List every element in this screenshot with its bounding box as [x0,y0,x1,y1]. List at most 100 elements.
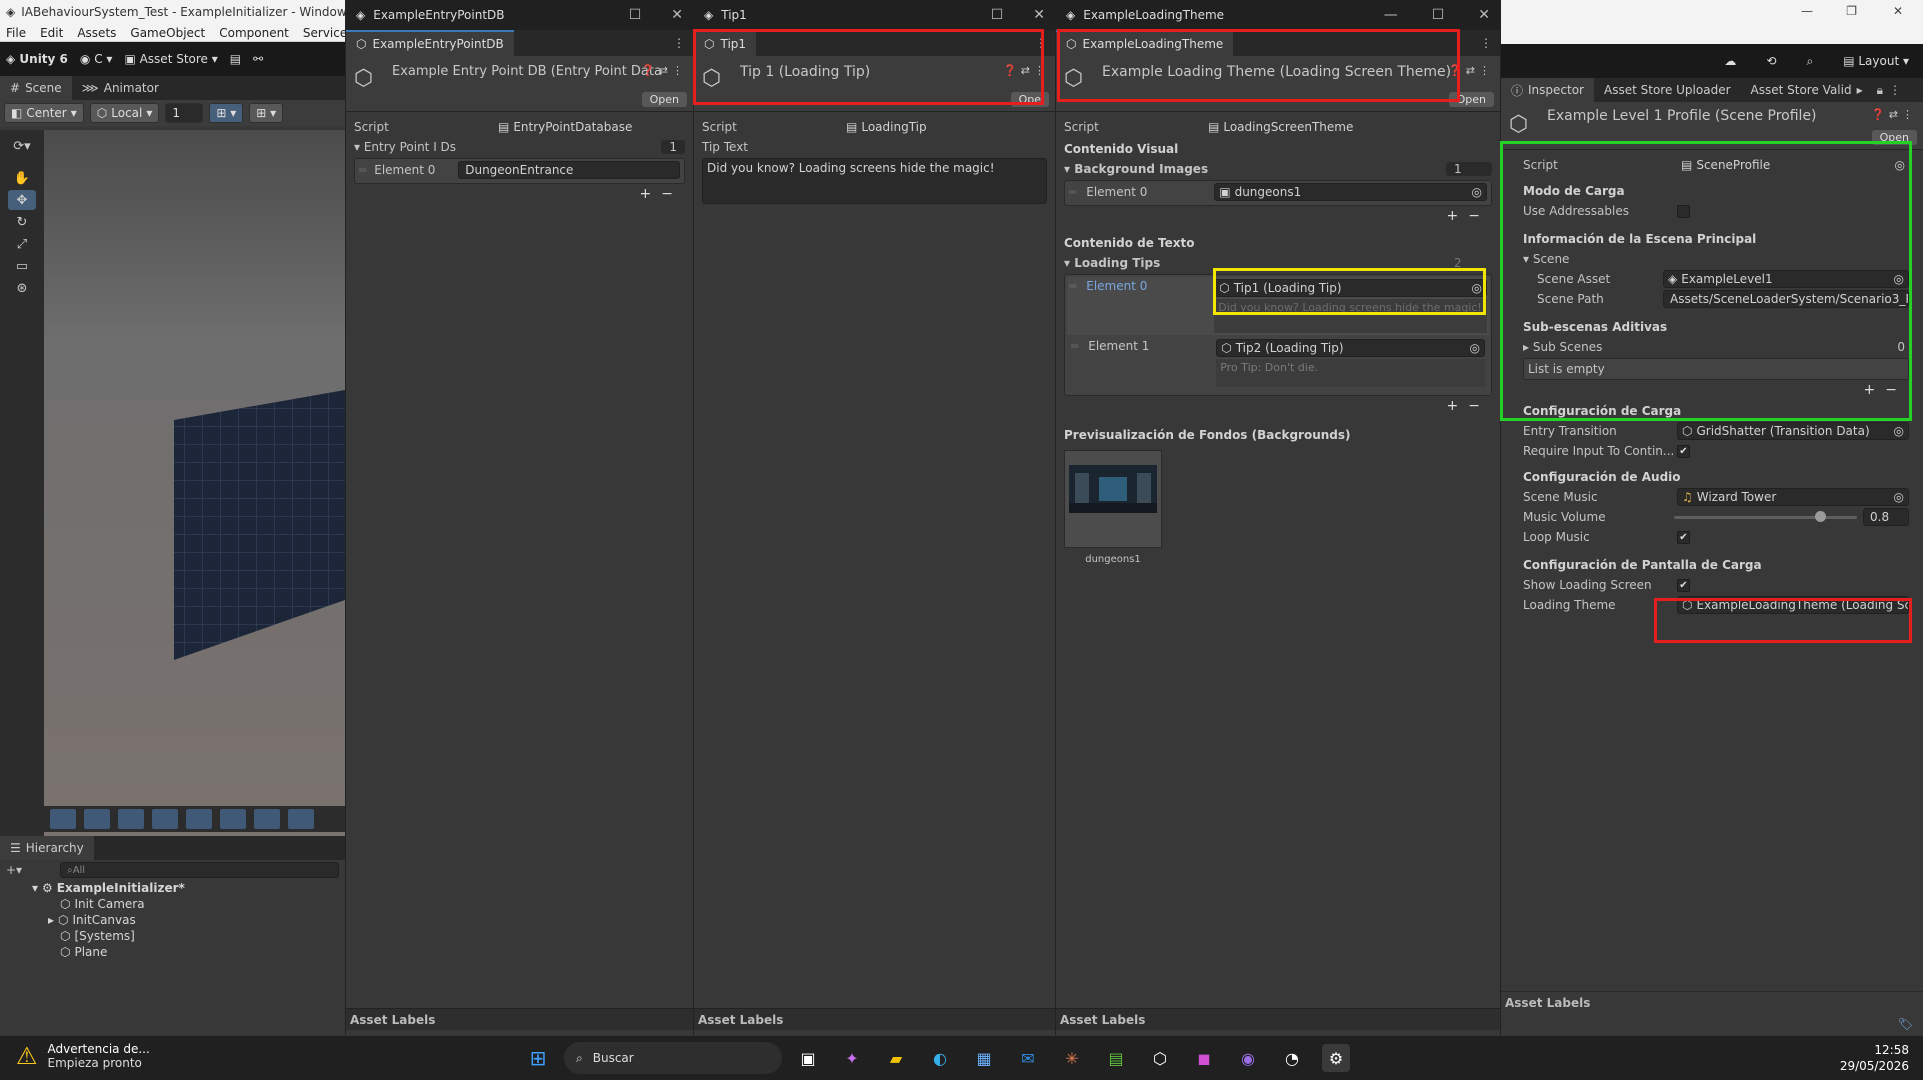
remove-element-button[interactable]: − [1468,398,1480,414]
overlay-button-8[interactable] [288,809,314,829]
bg-list-size[interactable]: 1 [1446,162,1492,176]
tab-asset-store-uploader[interactable]: Asset Store Uploader [1594,78,1741,102]
share-icon[interactable]: ⚯ [253,52,263,66]
tab-theme[interactable]: ⬡ ExampleLoadingTheme [1056,30,1234,56]
add-icon[interactable]: +▾ [6,863,22,877]
unity-hub-icon[interactable]: ⬡ [1146,1044,1174,1072]
grid-snap-button[interactable]: ⊞ ▾ [209,103,244,123]
overlay-button-3[interactable] [118,809,144,829]
grid-toggle-button[interactable]: ⊞ ▾ [249,103,284,123]
subscenes-size[interactable]: 0 [1893,340,1909,354]
cloud-icon[interactable]: ☁ [1724,54,1736,68]
scene-path-field[interactable]: Assets/SceneLoaderSystem/Scenario3_Pr [1663,290,1909,308]
search-icon[interactable]: ⌕ [1806,54,1813,69]
tab-scene[interactable]: # Scene [0,76,72,100]
package-icon[interactable]: ▤ [230,52,241,66]
use-addressables-checkbox[interactable] [1677,204,1690,218]
tip-object-field[interactable]: ⬡ Tip2 (Loading Tip) ◎ [1216,339,1485,357]
tips-list-size[interactable]: 2 [1446,256,1492,270]
app-icon[interactable]: ▤ [1102,1044,1130,1072]
object-picker-icon[interactable]: ◎ [1472,281,1482,295]
move-tool-icon[interactable]: ✥ [8,190,36,210]
header-buttons[interactable]: ❓⇄⋮ [641,64,687,77]
drag-handle-icon[interactable]: ═ [1069,279,1076,333]
kebab-menu-icon[interactable]: ⋮ [1889,83,1901,97]
tip-object-field[interactable]: ⬡ Tip1 (Loading Tip) ◎ [1214,279,1487,297]
object-picker-icon[interactable]: ◎ [1894,490,1904,504]
music-volume-field[interactable]: 0.8 [1863,508,1909,526]
bg-foldout[interactable]: ▾ Background Images [1064,162,1208,176]
background-thumbnail[interactable] [1064,450,1162,548]
scene-music-field[interactable]: ♫ Wizard Tower ◎ [1677,488,1909,506]
start-icon[interactable]: ⊞ [524,1044,552,1072]
hierarchy-search[interactable]: ⌕ All [60,862,339,878]
edge-icon[interactable]: ◐ [926,1044,954,1072]
open-button[interactable]: Open [1448,92,1494,107]
menu-gameobject[interactable]: GameObject [130,26,205,40]
minimize-icon[interactable]: — [1801,4,1813,18]
object-picker-icon[interactable]: ◎ [1894,272,1904,286]
unity-icon[interactable]: ◔ [1278,1044,1306,1072]
maximize-icon[interactable]: ☐ [991,7,1004,23]
close-icon[interactable]: ✕ [1033,7,1045,23]
overlay-button-6[interactable] [220,809,246,829]
drag-handle-icon[interactable]: ═ [1069,185,1076,199]
asset-labels[interactable]: Asset Labels [694,1008,1055,1030]
file-explorer-icon[interactable]: ▰ [882,1044,910,1072]
tab-hierarchy[interactable]: ☰ Hierarchy [0,836,94,860]
close-icon[interactable]: ✕ [1893,4,1903,18]
tag-icon[interactable]: 🏷︎ [1898,1017,1913,1031]
hierarchy-item[interactable]: ▸ ⬡ InitCanvas [0,912,345,928]
kebab-menu-icon[interactable]: ⋮ [1035,36,1047,50]
require-input-checkbox[interactable]: ✔ [1677,444,1690,458]
kebab-menu-icon[interactable]: ⋮ [1480,36,1492,50]
orbit-icon[interactable]: ⟳▾ [8,136,36,156]
hierarchy-item[interactable]: ⬡ Plane [0,944,345,960]
outlook-icon[interactable]: ✉ [1014,1044,1042,1072]
tip-text-area[interactable]: Did you know? Loading screens hide the m… [702,158,1047,204]
drag-handle-icon[interactable]: ═ [1071,339,1078,391]
rider-icon[interactable]: ◼ [1190,1044,1218,1072]
taskbar-search[interactable]: ⌕ Buscar [564,1042,782,1074]
bg-object-field[interactable]: ▣ dungeons1 ◎ [1214,183,1487,201]
notification-widget[interactable]: ⚠ Advertencia de... Empieza pronto [16,1042,150,1070]
subscenes-foldout[interactable]: ▸ Sub Scenes [1523,340,1602,354]
copilot-icon[interactable]: ✦ [838,1044,866,1072]
hierarchy-item[interactable]: ⬡ [Systems] [0,928,345,944]
close-icon[interactable]: ✕ [671,7,683,23]
overlay-button-4[interactable] [152,809,178,829]
hierarchy-root[interactable]: ▾ ⚙ ExampleInitializer* [0,880,345,896]
github-icon[interactable]: ◉ [1234,1044,1262,1072]
restore-icon[interactable]: ❐ [1846,4,1857,18]
element-field[interactable]: DungeonEntrance [458,161,680,179]
claude-icon[interactable]: ✳ [1058,1044,1086,1072]
pivot-dropdown[interactable]: ◧ Center ▾ [4,103,84,123]
add-element-button[interactable]: + [1864,382,1876,398]
overlay-button-5[interactable] [186,809,212,829]
menu-assets[interactable]: Assets [77,26,116,40]
menu-file[interactable]: File [6,26,26,40]
overlay-button-1[interactable] [50,809,76,829]
loading-theme-field[interactable]: ⬡ExampleLoadingTheme (Loading Scr◎ [1677,596,1909,614]
layout-dropdown[interactable]: ▤ Layout ▾ [1843,54,1909,68]
asset-store-button[interactable]: ▣ Asset Store ▾ [124,52,217,66]
unity-editor-icon[interactable]: ⚙ [1322,1044,1350,1072]
clock[interactable]: 12:58 29/05/2026 [1840,1042,1909,1074]
loop-music-checkbox[interactable]: ✔ [1677,530,1690,544]
minimize-icon[interactable]: — [1384,7,1398,23]
header-buttons[interactable]: ❓⇄⋮ [1871,108,1917,121]
scene-foldout[interactable]: ▾ Scene [1523,252,1663,266]
maximize-icon[interactable]: ☐ [629,7,642,23]
unity-version-button[interactable]: ◈ Unity 6 [6,52,68,66]
rotate-tool-icon[interactable]: ↻ [8,212,36,232]
transform-tool-icon[interactable]: ⊛ [8,278,36,298]
add-element-button[interactable]: + [1447,398,1459,414]
scene-viewport[interactable]: ⟳▾ ✋ ✥ ↻ ⤢ ▭ ⊛ [0,130,345,836]
object-picker-icon[interactable]: ◎ [1470,341,1480,355]
tab-animator[interactable]: ⋙ Animator [72,76,169,100]
rect-tool-icon[interactable]: ▭ [8,256,36,276]
scene-asset-field[interactable]: ◈ ExampleLevel1 ◎ [1663,270,1909,288]
menu-edit[interactable]: Edit [40,26,63,40]
tab-tip[interactable]: ⬡ Tip1 [694,30,757,56]
add-element-button[interactable]: + [1447,208,1459,224]
